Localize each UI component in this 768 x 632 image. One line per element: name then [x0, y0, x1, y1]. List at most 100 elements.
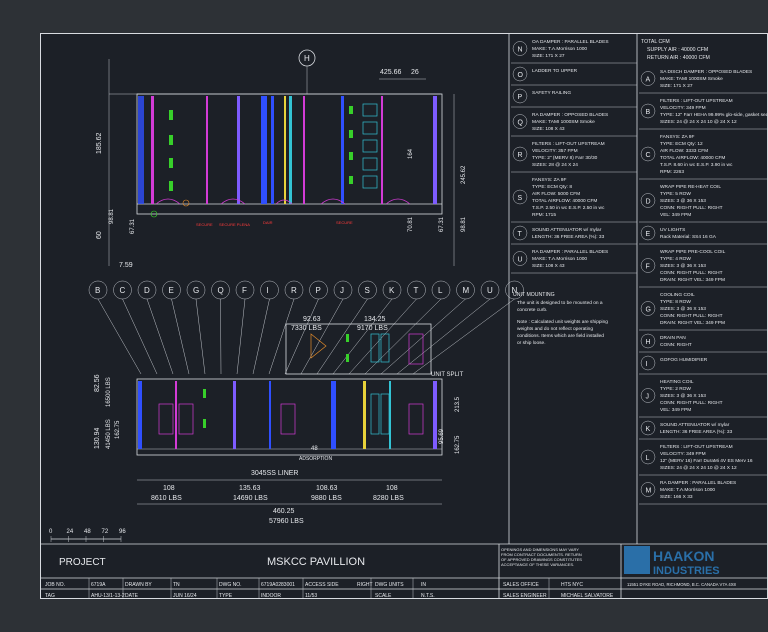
callout-letter-k: K [389, 286, 395, 295]
dim-top-offset: 26 [411, 69, 419, 76]
drawn-by: TN [173, 582, 180, 588]
date-value: JUN 16/24 [173, 593, 197, 599]
spec-line: TYPE: 5 ROW [660, 191, 691, 197]
dim-left-h6: 82.56 [94, 374, 101, 392]
type-label: TYPE [219, 593, 233, 599]
dim-right-h4: 67.31 [439, 216, 445, 232]
spec-line: MAKE: T.A.Morrison 1000 [532, 46, 587, 52]
dim-left-h3: 60 [96, 231, 103, 239]
spec-line: UV LIGHTS [660, 227, 685, 233]
callout-leader-j [300, 298, 344, 375]
total-cfm-title: TOTAL CFM [641, 39, 670, 45]
callout-leader-t [348, 298, 417, 375]
spec-line: SIZE: 166 X 33 [660, 494, 693, 500]
spec-line: VELOCITY: 357 FPM [532, 148, 578, 154]
spec-line: SIZE: 171 X 27 [660, 83, 693, 89]
callout-letter-l: L [438, 286, 443, 295]
weight-section-1: 8610 LBS [151, 495, 182, 502]
dim-bottom-w4: 108 [386, 485, 398, 492]
dim-upper-w2: 134.25 [364, 316, 386, 323]
spec-line: SIZE: 171 X 27 [532, 53, 565, 59]
spec-callout-letter-r: R [518, 152, 523, 159]
spec-line: WRAP PIPE PRE-COOL COIL [660, 249, 726, 255]
callout-leader-d [146, 298, 174, 375]
mounting-note: UNIT MOUNTING The unit is designed to be… [513, 292, 608, 346]
spec-line: HEATING COIL [660, 379, 694, 385]
total-cfm-block: TOTAL CFM SUPPLY AIR : 40000 CFM RETURN … [641, 39, 710, 61]
spec-line: DRAIN PAN [660, 335, 686, 341]
spec-callout-i [640, 355, 656, 371]
weight-upper-2: 9170 LBS [357, 325, 388, 332]
title-block: PROJECT MSKCC PAVILLION OPENINGS AND DIM… [41, 543, 767, 599]
callout-letter-d: D [144, 286, 150, 295]
dim-bottom-w1: 108 [163, 485, 175, 492]
spec-line: MAKE: T.A.Morrison 1000 [660, 487, 715, 493]
return-air-cfm: RETURN AIR : 40000 CFM [647, 55, 710, 61]
tag-label: TAG [45, 593, 55, 599]
callout-circle-i [260, 280, 279, 300]
callout-leader-c [122, 298, 158, 375]
spec-callout-letter-e: E [646, 231, 651, 238]
dim-bottom-w2: 135.63 [239, 485, 261, 492]
spec-line: RA DAMPER : OPPOSED BLADES [532, 112, 608, 118]
access-side: RIGHT [357, 582, 373, 588]
spec-line: MAKE: TAMI 1000SM Smoke [660, 76, 723, 82]
svg-text:SECURE: SECURE [336, 220, 353, 225]
dim-right-h8: 162.75 [455, 435, 461, 454]
spec-line: RPM: 1715 [532, 212, 556, 218]
spec-line: RA DAMPER : PARALLEL BLADES [660, 480, 736, 486]
callout-letter-s: S [365, 286, 370, 295]
type-value: INDOOR [261, 593, 281, 599]
spec-callout-letter-a: A [646, 77, 651, 84]
spec-line: TYPE: 8 ROW [660, 299, 691, 305]
spec-line: DRAIN: RIGHT VEL: 349 FPM [660, 320, 725, 326]
scale-tick-label: 24 [67, 529, 74, 535]
dim-adsorption-w: 48 [311, 446, 318, 452]
callout-letter-j: J [340, 286, 344, 295]
spec-callout-letter-d: D [646, 199, 651, 206]
project-label: PROJECT [59, 557, 106, 568]
spec-line: FILTERS : LIFT-OUT UPSTREAM [660, 98, 733, 104]
spec-line: Rack Material: SS4 16 GA [660, 234, 717, 240]
scale-label: SCALE [375, 593, 392, 599]
spec-callout-letter-m: M [646, 488, 652, 495]
disclaimer-4: ACCEPTANCE OF THESE VARIANCES. [501, 562, 574, 567]
note-line-1: Note : Calculated unit weights are shipp… [517, 319, 608, 325]
company-name-1: HAAKON [653, 548, 714, 564]
spec-callout-letter-k: K [646, 426, 651, 433]
spec-line: SIZE: 108 X 43 [532, 126, 565, 132]
spec-line: 12" (MERV 16) Farr DuraMi 4V ES Merv 16 [660, 458, 753, 464]
spec-callout-letter-c: C [646, 152, 651, 159]
spec-line: TYPE: 12" Farr HEHA 99.99% glo-side, gas… [660, 112, 768, 118]
spec-line: SIZES: 3 @ 36 X 153 [660, 393, 706, 399]
dwg-units-label: DWG UNITS [375, 582, 404, 588]
spec-callout-letter-s: S [518, 195, 523, 202]
callout-letter-f: F [242, 286, 247, 295]
mounting-line-2: concrete curb. [517, 307, 547, 313]
spec-line: SIZE: 108 X 43 [532, 263, 565, 269]
scale-tick-label: 48 [84, 529, 91, 535]
spec-line: SOUND ATTENUATOR w/ mylar [660, 422, 730, 428]
dwg-units: IN [421, 582, 426, 588]
spec-line: LENGTH: 36 FREE AREA (%): 33 [660, 429, 733, 435]
spec-line: TYPE: 2" (MERV 8) Farr 30/30 [532, 155, 598, 161]
job-no-label: JOB NO. [45, 582, 65, 588]
spec-line: AIR FLOW: 3333 CFM [660, 148, 708, 154]
spec-line: SA DISCH DAMPER : OPPOSED BLADES [660, 69, 752, 75]
callout-letter-r: R [291, 286, 297, 295]
spec-column-middle: NOA DAMPER : PARALLEL BLADESMAKE: T.A.Mo… [511, 39, 637, 274]
svg-text:SECURE PLENA: SECURE PLENA [219, 222, 250, 227]
spec-callout-letter-i: I [646, 361, 648, 368]
unit-split-label-upper: UNIT SPLIT [431, 372, 464, 378]
drawn-by-label: DRAWN BY [125, 582, 152, 588]
spec-column-right: ASA DISCH DAMPER : OPPOSED BLADESMAKE: T… [639, 69, 768, 505]
liner-label: 3045SS LINER [251, 470, 298, 477]
spec-line: SOUND ATTENUATOR w/ mylar [532, 227, 602, 233]
spec-callout-letter-o: O [518, 72, 524, 79]
spec-callout-letter-p: P [518, 94, 523, 101]
access-side-label: ACCESS SIDE [305, 582, 339, 588]
dim-right-h2: 245.62 [461, 165, 467, 184]
spec-line: DRAIN: RIGHT VEL: 349 FPM [660, 277, 725, 283]
svg-text:SECURE: SECURE [196, 222, 213, 227]
scale-tick-label: 0 [49, 529, 53, 535]
